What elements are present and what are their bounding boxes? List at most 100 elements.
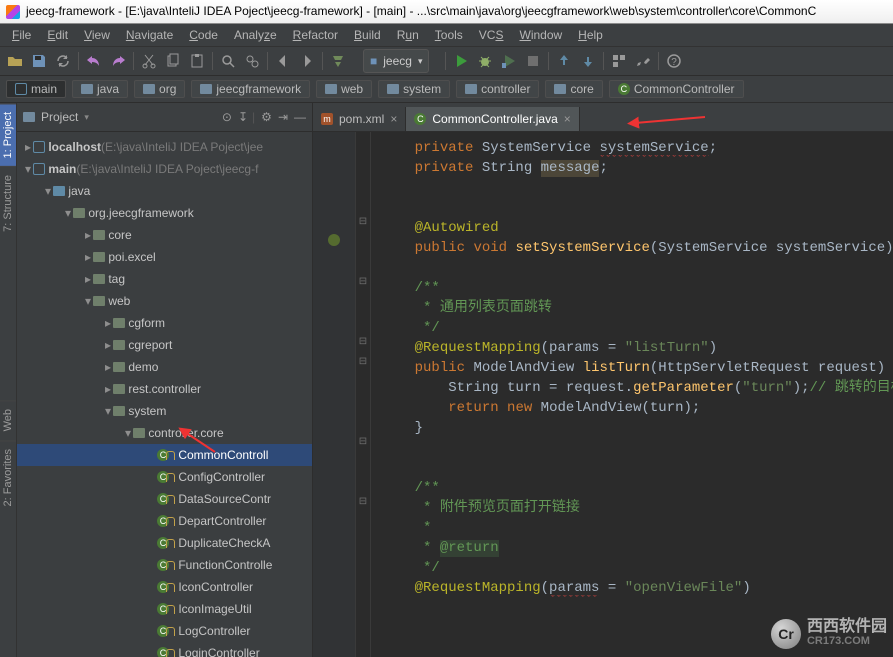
gutter-override-icon[interactable] <box>328 234 340 246</box>
tree-row-file[interactable]: C ConfigController <box>17 466 312 488</box>
tree-row-package[interactable]: ▸ cgform <box>17 312 312 334</box>
stop-icon[interactable] <box>524 52 542 70</box>
tree-row-file[interactable]: C DataSourceContr <box>17 488 312 510</box>
copy-icon[interactable] <box>164 52 182 70</box>
tree-row-package[interactable]: ▸ tag <box>17 268 312 290</box>
back-icon[interactable] <box>274 52 292 70</box>
rail-tab-structure[interactable]: 7: Structure <box>0 166 16 240</box>
menu-view[interactable]: View <box>76 24 118 46</box>
tree-row-package[interactable]: ▾ controller.core <box>17 422 312 444</box>
fold-column[interactable]: ⊟ ⊟ ⊟ ⊟ ⊟ ⊟ <box>356 132 371 657</box>
project-tree[interactable]: ▸ localhost (E:\java\InteliJ IDEA Poject… <box>17 132 312 657</box>
tree-label: CommonControll <box>178 448 268 462</box>
editor-gutter[interactable] <box>313 132 356 657</box>
run-config-selector[interactable]: ■ jeecg ▾ <box>363 49 429 73</box>
hide-icon[interactable]: ⇥ <box>278 110 288 124</box>
forward-icon[interactable] <box>298 52 316 70</box>
vcs-commit-icon[interactable] <box>579 52 597 70</box>
tree-label: cgform <box>128 316 165 330</box>
crumb-folder[interactable]: web <box>316 80 372 98</box>
crumb-folder[interactable]: system <box>378 80 450 98</box>
package-icon <box>93 252 105 262</box>
menu-refactor[interactable]: Refactor <box>285 24 346 46</box>
tree-row-package[interactable]: ▾ org.jeecgframework <box>17 202 312 224</box>
menu-navigate[interactable]: Navigate <box>118 24 181 46</box>
find-icon[interactable] <box>219 52 237 70</box>
run-coverage-icon[interactable] <box>500 52 518 70</box>
tree-row-module[interactable]: ▾ main (E:\java\InteliJ IDEA Poject\jeec… <box>17 158 312 180</box>
tree-label: rest.controller <box>128 382 201 396</box>
tree-row-file[interactable]: C DepartController <box>17 510 312 532</box>
tree-row-file[interactable]: C LoginController <box>17 642 312 657</box>
run-icon[interactable] <box>452 52 470 70</box>
chevron-down-icon[interactable]: ▾ <box>84 112 89 123</box>
open-icon[interactable] <box>6 52 24 70</box>
close-icon[interactable]: × <box>390 112 397 126</box>
gear-icon[interactable]: ⚙ <box>261 110 272 124</box>
tree-label: tag <box>108 272 125 286</box>
crumb-folder[interactable]: core <box>545 80 602 98</box>
module-icon <box>33 163 45 175</box>
tree-row-file[interactable]: C IconController <box>17 576 312 598</box>
debug-icon[interactable] <box>476 52 494 70</box>
tree-row-file[interactable]: C DuplicateCheckA <box>17 532 312 554</box>
lock-icon <box>166 539 175 548</box>
crumb-folder[interactable]: controller <box>456 80 539 98</box>
replace-icon[interactable] <box>243 52 261 70</box>
tree-row-package[interactable]: ▾ system <box>17 400 312 422</box>
tree-row-package[interactable]: ▸ core <box>17 224 312 246</box>
code-editor[interactable]: private SystemService systemService; pri… <box>371 132 893 657</box>
crumb-module[interactable]: main <box>6 80 66 98</box>
menu-code[interactable]: Code <box>181 24 226 46</box>
tab-commoncontroller[interactable]: C CommonController.java × <box>406 107 579 131</box>
menu-analyze[interactable]: Analyze <box>226 24 285 46</box>
crumb-class[interactable]: CCommonController <box>609 80 744 98</box>
tree-row-module[interactable]: ▸ localhost (E:\java\InteliJ IDEA Poject… <box>17 136 312 158</box>
cut-icon[interactable] <box>140 52 158 70</box>
menu-window[interactable]: Window <box>511 24 570 46</box>
undo-icon[interactable] <box>85 52 103 70</box>
tree-row-package[interactable]: ▸ rest.controller <box>17 378 312 400</box>
paste-icon[interactable] <box>188 52 206 70</box>
crumb-folder[interactable]: jeecgframework <box>191 80 310 98</box>
sync-icon[interactable] <box>54 52 72 70</box>
rail-tab-web[interactable]: Web <box>0 400 16 439</box>
tree-row-file[interactable]: C LogController <box>17 620 312 642</box>
tree-row-package[interactable]: ▸ demo <box>17 356 312 378</box>
watermark-logo-icon: Cr <box>771 619 801 649</box>
save-all-icon[interactable] <box>30 52 48 70</box>
menu-tools[interactable]: Tools <box>427 24 471 46</box>
folder-icon <box>81 84 93 94</box>
redo-icon[interactable] <box>109 52 127 70</box>
package-icon <box>113 406 125 416</box>
crumb-folder[interactable]: java <box>72 80 128 98</box>
menu-run[interactable]: Run <box>389 24 427 46</box>
vcs-update-icon[interactable] <box>555 52 573 70</box>
close-icon[interactable]: × <box>564 112 571 126</box>
menu-build[interactable]: Build <box>346 24 389 46</box>
menu-help[interactable]: Help <box>570 24 611 46</box>
tree-row-file-selected[interactable]: C CommonControll <box>17 444 312 466</box>
tab-pom[interactable]: m pom.xml × <box>313 107 406 131</box>
tree-hint: (E:\java\InteliJ IDEA Poject\jeecg-f <box>76 162 258 176</box>
project-view-title[interactable]: Project <box>41 110 78 124</box>
settings-icon[interactable] <box>634 52 652 70</box>
rail-tab-project[interactable]: 1: Project <box>0 103 16 166</box>
collapse-all-icon[interactable]: ↧ <box>238 110 246 124</box>
menu-vcs[interactable]: VCS <box>471 24 512 46</box>
crumb-folder[interactable]: org <box>134 80 185 98</box>
help-icon[interactable]: ? <box>665 52 683 70</box>
minimize-icon[interactable]: — <box>294 110 306 124</box>
menu-file[interactable]: File <box>4 24 39 46</box>
autoscroll-icon[interactable]: ⊙ <box>222 110 232 124</box>
rail-tab-favorites[interactable]: 2: Favorites <box>0 440 16 514</box>
project-structure-icon[interactable] <box>610 52 628 70</box>
build-icon[interactable] <box>329 52 347 70</box>
tree-row-package[interactable]: ▸ poi.excel <box>17 246 312 268</box>
tree-row-srcroot[interactable]: ▾ java <box>17 180 312 202</box>
tree-row-package[interactable]: ▸ cgreport <box>17 334 312 356</box>
tree-row-package[interactable]: ▾ web <box>17 290 312 312</box>
tree-row-file[interactable]: C IconImageUtil <box>17 598 312 620</box>
menu-edit[interactable]: Edit <box>39 24 76 46</box>
tree-row-file[interactable]: C FunctionControlle <box>17 554 312 576</box>
